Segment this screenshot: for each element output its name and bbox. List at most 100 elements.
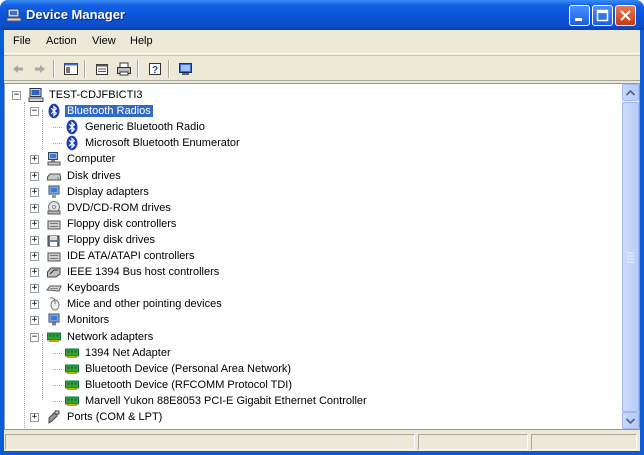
tree-node-dvd-cd-rom-drives[interactable]: DVD/CD-ROM drives bbox=[46, 200, 173, 216]
menu-view[interactable]: View bbox=[92, 35, 116, 47]
ieee1394-icon bbox=[47, 267, 61, 278]
tree-connector bbox=[53, 143, 62, 145]
tree-node-bluetooth-radios[interactable]: Bluetooth Radios bbox=[46, 103, 153, 119]
collapse-toggle[interactable]: − bbox=[30, 107, 39, 117]
tree-node-label: Display adapters bbox=[67, 185, 149, 198]
tree-root-node[interactable]: TEST-CDJFBICTI3 bbox=[28, 87, 145, 103]
bluetooth-icon bbox=[66, 119, 78, 135]
tree-node-mice-and-other-pointing-devices[interactable]: Mice and other pointing devices bbox=[46, 296, 224, 312]
port-icon bbox=[48, 410, 60, 424]
tree-node-ieee-1394-bus-host-controllers[interactable]: IEEE 1394 Bus host controllers bbox=[46, 264, 221, 280]
help-icon: ? bbox=[149, 63, 161, 76]
tree-child-node[interactable]: Bluetooth Device (RFCOMM Protocol TDI) bbox=[64, 377, 294, 393]
maximize-button[interactable] bbox=[592, 5, 613, 26]
expand-toggle[interactable]: + bbox=[30, 235, 39, 245]
tree-node-network-adapters[interactable]: Network adapters bbox=[46, 329, 155, 345]
expand-toggle[interactable]: + bbox=[30, 413, 39, 422]
network-adapter-icon bbox=[47, 332, 61, 342]
tree-child-node[interactable]: 1394 Net Adapter bbox=[64, 345, 173, 361]
expand-toggle[interactable]: + bbox=[30, 203, 39, 213]
tree-node-label: Bluetooth Radios bbox=[65, 105, 153, 118]
client-area: File Action View Help ? − TEST-CDJFBICTI… bbox=[4, 30, 640, 451]
forward-button[interactable] bbox=[31, 60, 49, 78]
menu-bar: File Action View Help bbox=[4, 30, 640, 54]
minimize-icon bbox=[575, 18, 582, 21]
tree-node-label: Generic Bluetooth Radio bbox=[85, 121, 205, 134]
expand-toggle[interactable]: + bbox=[30, 219, 39, 229]
tree-child-node[interactable]: Marvell Yukon 88E8053 PCI-E Gigabit Ethe… bbox=[64, 393, 369, 409]
print-button[interactable] bbox=[115, 60, 133, 78]
tree-node-label: Monitors bbox=[67, 314, 110, 327]
chevron-down-icon bbox=[626, 417, 635, 424]
expand-toggle[interactable]: + bbox=[30, 268, 39, 278]
tree-node-keyboards[interactable]: Keyboards bbox=[46, 280, 122, 296]
expand-toggle[interactable]: + bbox=[30, 316, 39, 326]
tree-node-floppy-disk-drives[interactable]: Floppy disk drives bbox=[46, 232, 157, 248]
expand-toggle[interactable]: + bbox=[30, 300, 39, 310]
expand-toggle[interactable]: + bbox=[30, 155, 39, 165]
monitor-icon bbox=[48, 313, 60, 326]
device-tree[interactable]: − TEST-CDJFBICTI3− Bluetooth Radios Generic… bbox=[5, 84, 622, 429]
menu-file[interactable]: File bbox=[13, 35, 31, 47]
tree-node-computer[interactable]: Computer bbox=[46, 151, 117, 167]
toolbar-separator bbox=[84, 60, 86, 78]
properties-button[interactable] bbox=[93, 60, 111, 78]
forward-arrow-icon bbox=[35, 65, 45, 73]
tree-node-floppy-disk-controllers[interactable]: Floppy disk controllers bbox=[46, 216, 178, 232]
disk-drive-icon bbox=[47, 173, 61, 180]
tree-node-label: TEST-CDJFBICTI3 bbox=[49, 89, 143, 101]
tree-node-label: IDE ATA/ATAPI controllers bbox=[67, 250, 195, 262]
minimize-button[interactable] bbox=[569, 5, 590, 26]
menu-action[interactable]: Action bbox=[46, 35, 77, 47]
chevron-up-icon bbox=[626, 89, 635, 96]
device-tree-pane: − TEST-CDJFBICTI3− Bluetooth Radios Generic… bbox=[4, 83, 640, 430]
tree-child-node[interactable]: Bluetooth Device (Personal Area Network) bbox=[64, 361, 293, 377]
expand-toggle[interactable]: + bbox=[30, 284, 39, 294]
tree-node-ide-ata-atapi-controllers[interactable]: IDE ATA/ATAPI controllers bbox=[46, 248, 197, 264]
tree-connector bbox=[53, 400, 62, 402]
tree-node-label: Computer bbox=[67, 153, 116, 166]
show-hide-console-tree-button[interactable] bbox=[62, 60, 80, 78]
tree-node-label: Keyboards bbox=[67, 282, 120, 295]
scan-hardware-button[interactable] bbox=[177, 60, 195, 78]
keyboard-icon bbox=[46, 285, 62, 292]
tree-node-display-adapters[interactable]: Display adapters bbox=[46, 184, 151, 200]
tree-node-ports-com-lpt[interactable]: Ports (COM & LPT) bbox=[46, 409, 164, 425]
tree-node-monitors[interactable]: Monitors bbox=[46, 312, 111, 328]
tree-child-node[interactable]: Microsoft Bluetooth Enumerator bbox=[64, 135, 242, 151]
scroll-down-button[interactable] bbox=[622, 412, 639, 429]
vertical-scrollbar[interactable] bbox=[622, 84, 639, 429]
status-panel-2 bbox=[418, 434, 528, 450]
scrollbar-thumb[interactable] bbox=[622, 102, 639, 412]
collapse-toggle[interactable]: − bbox=[30, 332, 39, 342]
toolbar-separator bbox=[168, 60, 170, 78]
tree-node-label: Bluetooth Device (RFCOMM Protocol TDI) bbox=[85, 378, 293, 391]
tree-node-label: Floppy disk drives bbox=[67, 233, 156, 246]
computer-root-icon bbox=[28, 88, 44, 102]
close-icon bbox=[620, 10, 631, 21]
title-bar[interactable]: Device Manager bbox=[0, 0, 644, 30]
window-title: Device Manager bbox=[26, 7, 125, 22]
tree-connector bbox=[53, 352, 62, 354]
help-button[interactable]: ? bbox=[146, 60, 164, 78]
network-adapter-icon bbox=[65, 364, 79, 374]
close-button[interactable] bbox=[615, 5, 636, 26]
device-manager-window: Device Manager File Action View Help ? −… bbox=[0, 0, 644, 455]
expand-toggle[interactable]: + bbox=[30, 252, 39, 261]
properties-icon bbox=[96, 64, 108, 75]
tree-node-disk-drives[interactable]: Disk drives bbox=[46, 168, 123, 184]
collapse-toggle[interactable]: − bbox=[12, 91, 21, 100]
expand-toggle[interactable]: + bbox=[30, 171, 39, 181]
menu-help[interactable]: Help bbox=[130, 35, 153, 47]
scroll-up-button[interactable] bbox=[622, 84, 639, 101]
status-panel-main bbox=[5, 434, 415, 450]
back-button[interactable] bbox=[9, 60, 27, 78]
svg-text:?: ? bbox=[152, 65, 158, 76]
tree-child-node[interactable]: Generic Bluetooth Radio bbox=[64, 119, 207, 135]
mouse-icon bbox=[49, 297, 60, 311]
tree-node-label: DVD/CD-ROM drives bbox=[67, 201, 171, 214]
expand-toggle[interactable]: + bbox=[30, 187, 39, 197]
tree-node-label: 1394 Net Adapter bbox=[85, 346, 171, 359]
status-bar bbox=[4, 431, 640, 451]
computer-icon bbox=[47, 152, 61, 166]
